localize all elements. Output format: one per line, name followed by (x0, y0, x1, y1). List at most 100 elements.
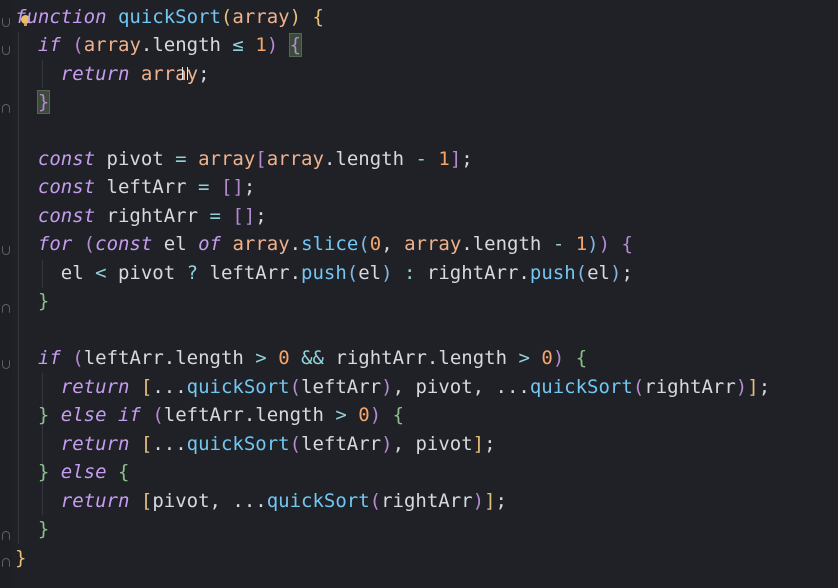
code-token: el (358, 262, 382, 284)
code-line[interactable]: if (leftArr.length > 0 && rightArr.lengt… (15, 344, 587, 372)
code-token: = (175, 148, 187, 170)
code-line[interactable]: for (const el of array.slice(0, array.le… (15, 230, 633, 258)
code-token: pivot, ... (152, 490, 267, 512)
code-line[interactable]: return array; (15, 60, 210, 88)
code-line[interactable]: } (15, 88, 51, 116)
code-token: } (37, 461, 50, 483)
code-token: ; (495, 490, 507, 512)
fold-marker-icon[interactable] (2, 246, 10, 255)
code-token: ) (381, 376, 393, 398)
code-token: else (60, 461, 107, 483)
code-token: ] (472, 433, 485, 455)
code-token: [ (255, 148, 267, 170)
code-line[interactable]: } (15, 544, 26, 572)
code-editor[interactable]: function quickSort(array) { if (array.le… (0, 0, 838, 588)
code-line[interactable]: return [...quickSort(leftArr), pivot]; (15, 430, 496, 458)
code-token: return (60, 376, 130, 398)
code-token: 1 (438, 148, 450, 170)
code-line[interactable]: el < pivot ? leftArr.push(el) : rightArr… (15, 259, 633, 287)
code-token: ) (472, 490, 485, 512)
code-token: array (232, 233, 290, 255)
code-line[interactable]: const pivot = array[array.length - 1]; (15, 145, 473, 173)
code-token: el (587, 262, 610, 284)
code-line[interactable]: const leftArr = []; (15, 173, 255, 201)
code-token: leftArr. (198, 262, 302, 284)
code-token: ) (587, 233, 599, 255)
code-token: array (198, 148, 256, 170)
code-token: ( (289, 433, 302, 455)
code-line[interactable]: return [...quickSort(leftArr), pivot, ..… (15, 373, 770, 401)
code-token: ) (552, 347, 565, 369)
code-token: } (37, 290, 50, 312)
code-line[interactable]: return [pivot, ...quickSort(rightArr)]; (15, 487, 507, 515)
fold-marker-icon[interactable] (2, 46, 10, 55)
code-token: } (15, 547, 27, 569)
code-token: 1 (255, 34, 267, 56)
code-token: ) (369, 404, 382, 426)
code-token: ] (747, 376, 759, 398)
fold-marker-icon[interactable] (2, 531, 10, 540)
code-token: const (37, 176, 96, 198)
fold-marker-icon[interactable] (2, 18, 10, 27)
code-line[interactable]: } else { (15, 458, 130, 486)
code-token: ≤ (232, 34, 244, 56)
fold-marker-icon[interactable] (2, 360, 10, 369)
code-token: leftArr.length (83, 347, 256, 369)
code-token: ; (484, 433, 496, 455)
code-token: . (289, 233, 302, 255)
code-token: rightArr. (415, 262, 530, 284)
code-token: 0 (541, 347, 553, 369)
code-token: if (37, 347, 61, 369)
code-token: < (95, 262, 107, 284)
code-token: ( (358, 233, 370, 255)
code-token: quickSort (186, 433, 290, 455)
code-token: , pivot (392, 433, 473, 455)
code-line[interactable]: } (15, 287, 49, 315)
code-token: function (15, 6, 107, 28)
code-line[interactable]: if (array.length ≤ 1) { (15, 31, 303, 59)
fold-marker-icon[interactable] (2, 558, 10, 567)
code-token: array (83, 34, 141, 56)
code-token: ( (369, 490, 382, 512)
code-token: > (518, 347, 530, 369)
code-token: { (118, 461, 130, 483)
code-token: const (37, 148, 96, 170)
code-line[interactable]: } (15, 515, 49, 543)
code-line[interactable]: function quickSort(array) { (15, 3, 324, 31)
code-token: } (37, 518, 50, 540)
code-token: slice (301, 233, 359, 255)
code-token: ... (152, 433, 187, 455)
code-token: ) (381, 433, 393, 455)
code-token: const (95, 233, 153, 255)
code-token: = (209, 205, 221, 227)
code-token: [] (232, 205, 256, 227)
code-token: ; (243, 176, 256, 198)
code-token: ] (449, 148, 462, 170)
fold-marker-icon[interactable] (2, 104, 10, 113)
code-token: const (37, 205, 96, 227)
code-token: leftArr.length (163, 404, 336, 426)
code-token: push (529, 262, 576, 284)
code-line[interactable]: } else if (leftArr.length > 0) { (15, 401, 404, 429)
fold-marker-icon[interactable] (2, 304, 10, 313)
code-token: rightArr (644, 376, 736, 398)
code-token: array (404, 233, 462, 255)
code-line[interactable]: const rightArr = []; (15, 202, 267, 230)
